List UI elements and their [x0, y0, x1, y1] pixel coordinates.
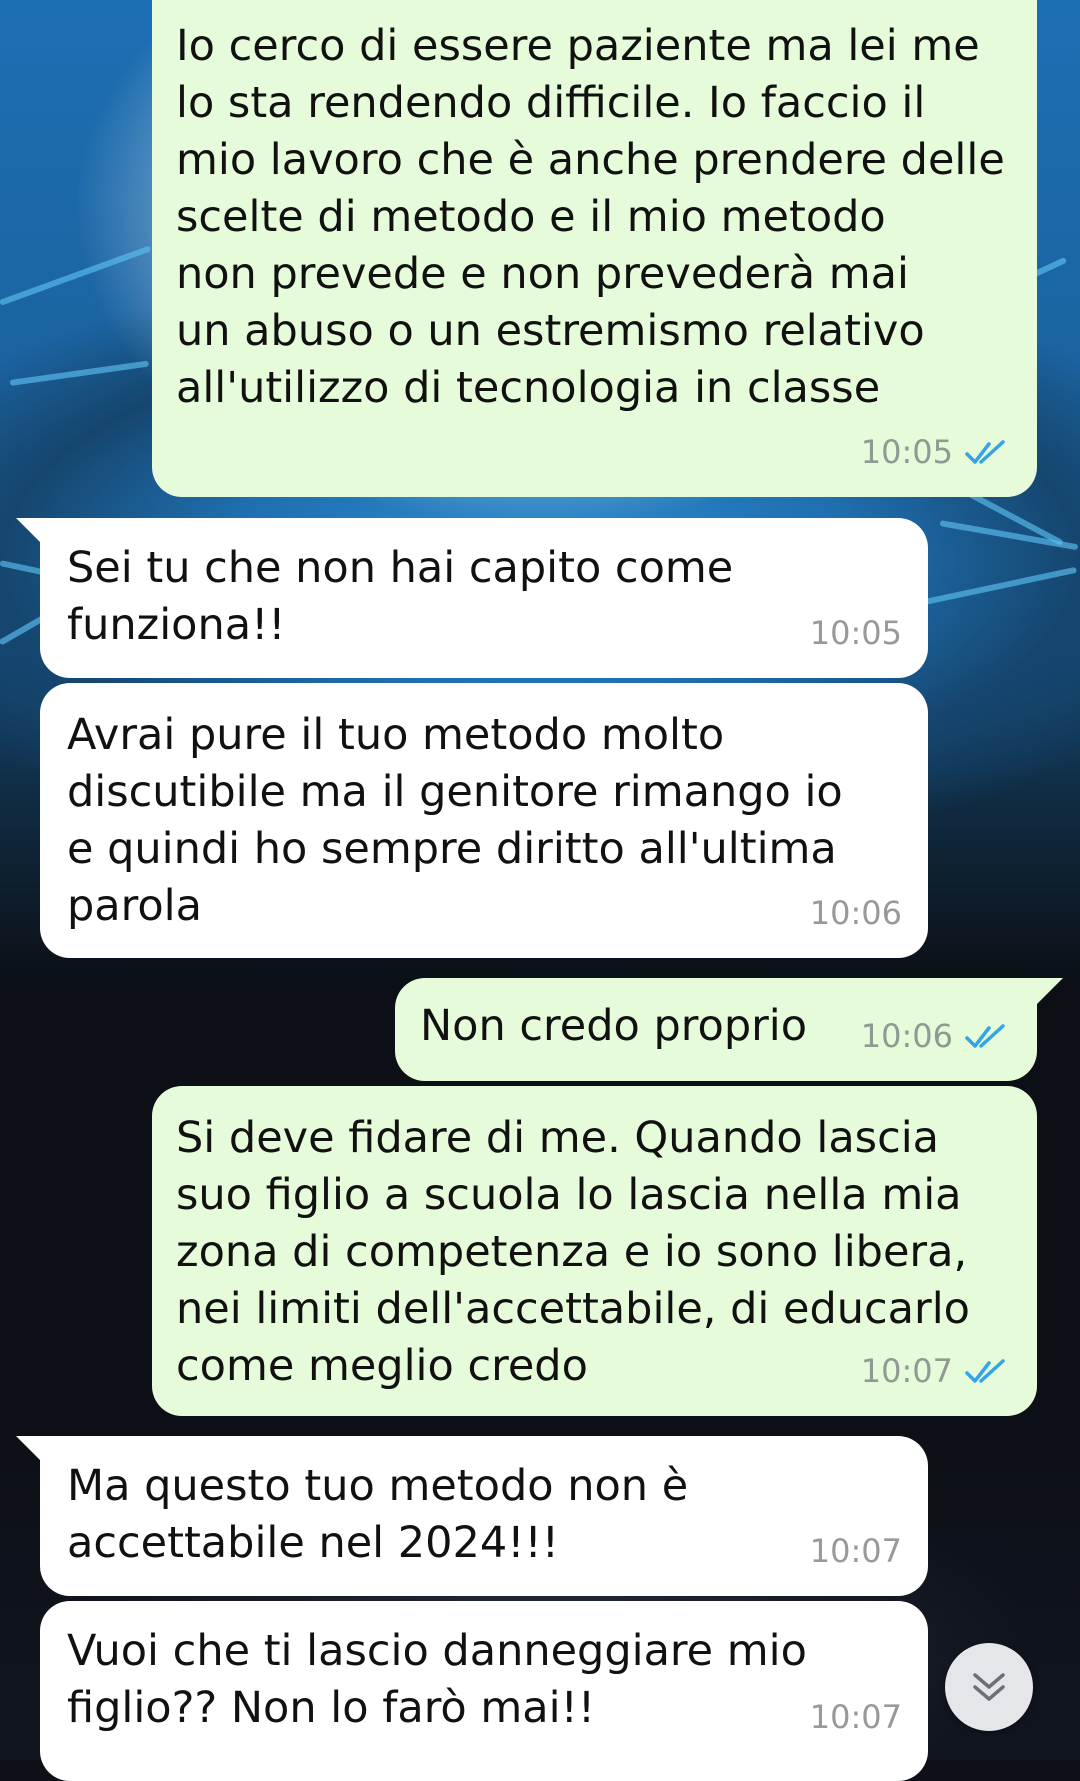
message-time: 10:07	[809, 1532, 902, 1570]
message-text: Ma questo tuo metodo non è accettabile n…	[67, 1461, 689, 1568]
message-time: 10:05	[860, 433, 953, 471]
chevron-double-down-icon	[973, 1673, 1005, 1701]
message-time: 10:06	[809, 894, 902, 932]
wallpaper-feather	[939, 520, 1079, 551]
message-time: 10:05	[809, 614, 902, 652]
wallpaper-feather	[919, 566, 1078, 606]
message-time: 10:07	[809, 1698, 902, 1736]
bubble-tail	[16, 1436, 42, 1462]
wallpaper-feather	[0, 245, 152, 306]
message-meta: 10:06	[861, 1008, 1011, 1065]
message-text: Io cerco di essere paziente ma lei me lo…	[176, 21, 1005, 413]
double-check-icon	[965, 1358, 1005, 1383]
message-meta: 10:05	[861, 424, 1011, 481]
outgoing-message-bubble[interactable]: Non credo proprio 10:06	[395, 978, 1037, 1081]
message-meta: 10:07	[810, 1523, 902, 1580]
message-time: 10:07	[860, 1352, 953, 1390]
incoming-message-bubble[interactable]: Sei tu che non hai capito come funziona!…	[40, 518, 928, 678]
incoming-message-bubble[interactable]: Ma questo tuo metodo non è accettabile n…	[40, 1436, 928, 1596]
message-meta: 10:07	[861, 1343, 1011, 1400]
outgoing-message-bubble[interactable]: Si deve fidare di me. Quando lascia suo …	[152, 1086, 1037, 1416]
scroll-to-bottom-button[interactable]	[945, 1643, 1033, 1731]
double-check-icon	[965, 1023, 1005, 1048]
message-time: 10:06	[860, 1017, 953, 1055]
bubble-tail	[16, 518, 42, 544]
message-text: Avrai pure il tuo metodo molto discutibi…	[67, 710, 843, 931]
message-meta: 10:06	[810, 885, 902, 942]
incoming-message-bubble[interactable]: Avrai pure il tuo metodo molto discutibi…	[40, 683, 928, 958]
wallpaper-feather	[9, 360, 150, 386]
outgoing-message-bubble[interactable]: Io cerco di essere paziente ma lei me lo…	[152, 0, 1037, 497]
message-meta: 10:07	[810, 1689, 902, 1746]
message-text: Vuoi che ti lascio danneggiare mio figli…	[67, 1626, 807, 1733]
double-check-icon	[965, 439, 1005, 464]
message-text: Sei tu che non hai capito come funziona!…	[67, 543, 734, 650]
bubble-tail	[1037, 978, 1063, 1004]
incoming-message-bubble[interactable]: Vuoi che ti lascio danneggiare mio figli…	[40, 1601, 928, 1781]
message-meta: 10:05	[810, 605, 902, 662]
